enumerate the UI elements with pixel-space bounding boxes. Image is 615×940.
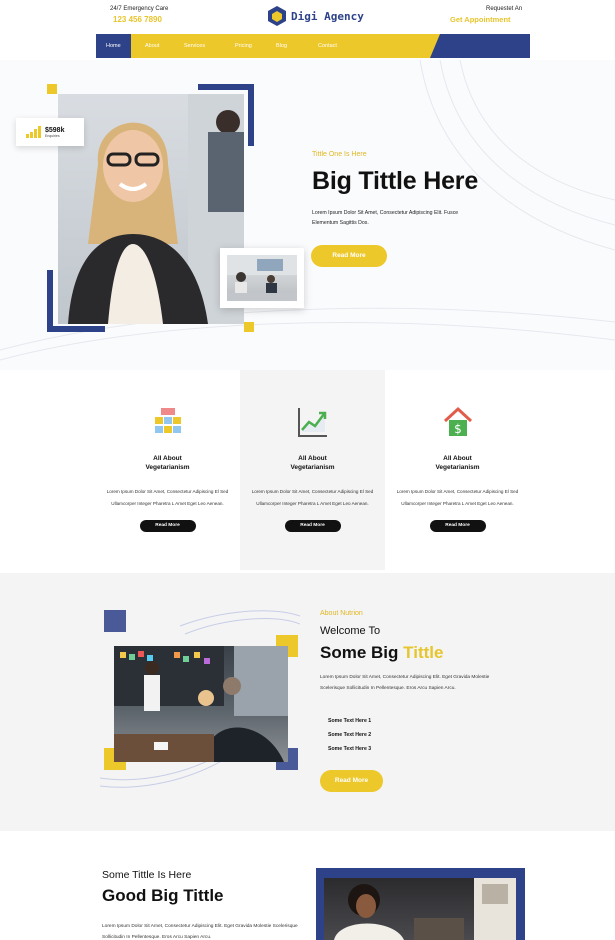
feature-text: Lorem Ipsum Dolor Sit Amet, Consectetur …: [251, 489, 374, 506]
secondary-title: Good Big Tittle: [102, 886, 224, 905]
about-title-plain: Some Big: [320, 643, 399, 662]
about-welcome: Welcome To: [320, 625, 381, 637]
nav-accent-block: [430, 34, 530, 58]
meeting-photo: [227, 255, 297, 301]
brand-name: Digi Agency: [291, 9, 364, 23]
feature-title: All About Vegetarianism: [385, 454, 530, 472]
hexagon-logo-icon: [268, 6, 286, 26]
bar-chart-icon: [26, 126, 41, 138]
nav-item-pricing[interactable]: Pricing: [235, 34, 252, 58]
feature-title-line2: Vegetarianism: [290, 464, 335, 471]
hero-woman-photo: [58, 94, 244, 324]
about-kicker: About Nutrion: [320, 610, 363, 617]
about-title-highlight: Tittle: [403, 643, 444, 662]
feature-title-line2: Vegetarianism: [435, 464, 480, 471]
meeting-illustration: [227, 255, 297, 301]
house-dollar-icon: $: [443, 406, 472, 436]
blocks-icon: [154, 408, 181, 433]
request-label: Requestet An: [486, 6, 523, 12]
meeting-thumbnail-card: [220, 248, 304, 308]
stat-label: Enquiries: [45, 133, 60, 138]
office-meeting-photo: [114, 646, 288, 762]
nav-item-contact[interactable]: Contact: [318, 34, 337, 58]
phone-number-link[interactable]: 123 456 7890: [113, 15, 162, 24]
feature-read-more-button[interactable]: Read More: [429, 520, 486, 532]
secondary-kicker: Some Tittle Is Here: [102, 869, 192, 881]
about-section: [0, 573, 615, 831]
feature-title-line1: All About: [298, 455, 327, 462]
decor-square-yellow: [47, 84, 57, 94]
feature-title-line1: All About: [443, 455, 472, 462]
feature-read-more-button[interactable]: Read More: [284, 520, 341, 532]
secondary-description: Lorem Ipsum Dolor Sit Amet, Consectetur …: [102, 924, 298, 940]
feature-card-3: $ All About Vegetarianism Lorem Ipsum Do…: [385, 405, 530, 532]
feature-text: Lorem Ipsum Dolor Sit Amet, Consectetur …: [106, 489, 229, 506]
list-item: Some Text Here 1: [328, 718, 372, 724]
feature-title: All About Vegetarianism: [95, 454, 240, 472]
about-description: Lorem Ipsum Dolor Sit Amet, Consectetur …: [320, 675, 490, 691]
feature-read-more-button[interactable]: Read More: [139, 520, 196, 532]
main-navigation: Home About Services Pricing Blog Contact: [96, 34, 530, 58]
nav-item-blog[interactable]: Blog: [276, 34, 287, 58]
brand-logo[interactable]: Digi Agency: [268, 6, 364, 26]
woman-working-illustration: [334, 878, 516, 940]
about-read-more-button[interactable]: Read More: [320, 770, 383, 792]
hero-read-more-button[interactable]: Read More: [311, 245, 387, 267]
feature-text: Lorem Ipsum Dolor Sit Amet, Consectetur …: [396, 489, 519, 506]
hero-kicker: Tittle One Is Here: [312, 151, 367, 158]
list-item: Some Text Here 2: [328, 732, 372, 738]
woman-portrait-illustration: [68, 94, 244, 324]
feature-title: All About Vegetarianism: [240, 454, 385, 472]
office-meeting-illustration: [114, 646, 288, 762]
feature-title-line1: All About: [153, 455, 182, 462]
secondary-photo: [324, 878, 516, 940]
feature-card-2: All About Vegetarianism Lorem Ipsum Dolo…: [240, 405, 385, 532]
nav-item-home[interactable]: Home: [96, 34, 131, 58]
svg-text:$: $: [454, 422, 462, 436]
top-bar: 24/7 Emergency Care 123 456 7890 Digi Ag…: [0, 0, 615, 32]
emergency-care-label: 24/7 Emergency Care: [110, 6, 169, 12]
about-feature-list: Some Text Here 1 Some Text Here 2 Some T…: [328, 714, 371, 756]
hero-description: Lorem Ipsum Dolor Sit Amet, Consectetur …: [312, 210, 459, 226]
hero-title: Big Tittle Here: [312, 167, 479, 195]
get-appointment-link[interactable]: Get Appointment: [450, 15, 511, 24]
feature-title-line2: Vegetarianism: [145, 464, 190, 471]
stat-value: $598k: [45, 126, 65, 134]
growth-chart-icon: [297, 408, 327, 437]
feature-card-1: All About Vegetarianism Lorem Ipsum Dolo…: [95, 405, 240, 532]
list-item: Some Text Here 3: [328, 746, 372, 752]
enquiries-stat-card: $598k Enquiries: [16, 118, 84, 146]
about-title: Some Big Tittle: [320, 643, 443, 663]
decor-square-yellow-2: [244, 322, 254, 332]
nav-item-about[interactable]: About: [145, 34, 159, 58]
decor-square-blue: [104, 610, 126, 632]
nav-item-services[interactable]: Services: [184, 34, 205, 58]
